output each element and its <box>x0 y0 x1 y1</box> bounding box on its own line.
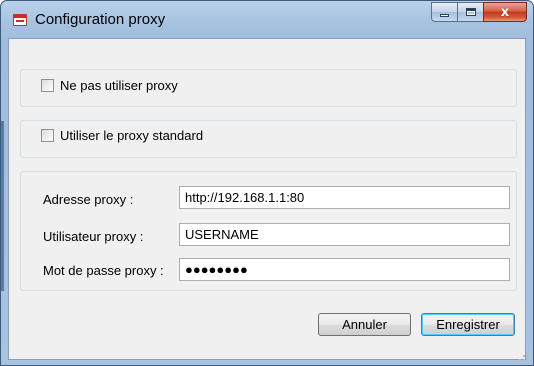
app-window-icon <box>13 14 27 26</box>
standard-proxy-checkbox[interactable] <box>41 129 54 142</box>
proxy-address-label: Adresse proxy : <box>43 192 134 207</box>
proxy-user-label: Utilisateur proxy : <box>43 229 144 244</box>
resize-grip-icon[interactable] <box>519 351 529 361</box>
proxy-password-label: Mot de passe proxy : <box>43 263 164 278</box>
proxy-user-input[interactable]: USERNAME <box>179 223 510 246</box>
close-button[interactable]: x <box>483 2 527 22</box>
standard-proxy-label[interactable]: Utiliser le proxy standard <box>60 128 203 143</box>
standard-proxy-option[interactable]: Utiliser le proxy standard <box>41 128 203 143</box>
caption-buttons: x <box>431 2 527 22</box>
minimize-icon <box>440 14 449 17</box>
close-icon: x <box>500 4 510 20</box>
no-proxy-checkbox[interactable] <box>41 79 54 92</box>
cancel-button[interactable]: Annuler <box>318 313 411 336</box>
minimize-button[interactable] <box>431 2 457 22</box>
maximize-button[interactable] <box>457 2 483 22</box>
title-bar[interactable]: Configuration proxy x <box>1 1 533 37</box>
maximize-icon <box>465 8 476 16</box>
proxy-password-input[interactable]: ●●●●●●●● <box>179 258 510 281</box>
no-proxy-option[interactable]: Ne pas utiliser proxy <box>41 78 178 93</box>
window-edge <box>1 121 4 291</box>
window-title: Configuration proxy <box>35 11 166 28</box>
proxy-address-input[interactable]: http://192.168.1.1:80 <box>179 186 510 209</box>
no-proxy-label[interactable]: Ne pas utiliser proxy <box>60 78 178 93</box>
save-button[interactable]: Enregistrer <box>421 313 515 336</box>
